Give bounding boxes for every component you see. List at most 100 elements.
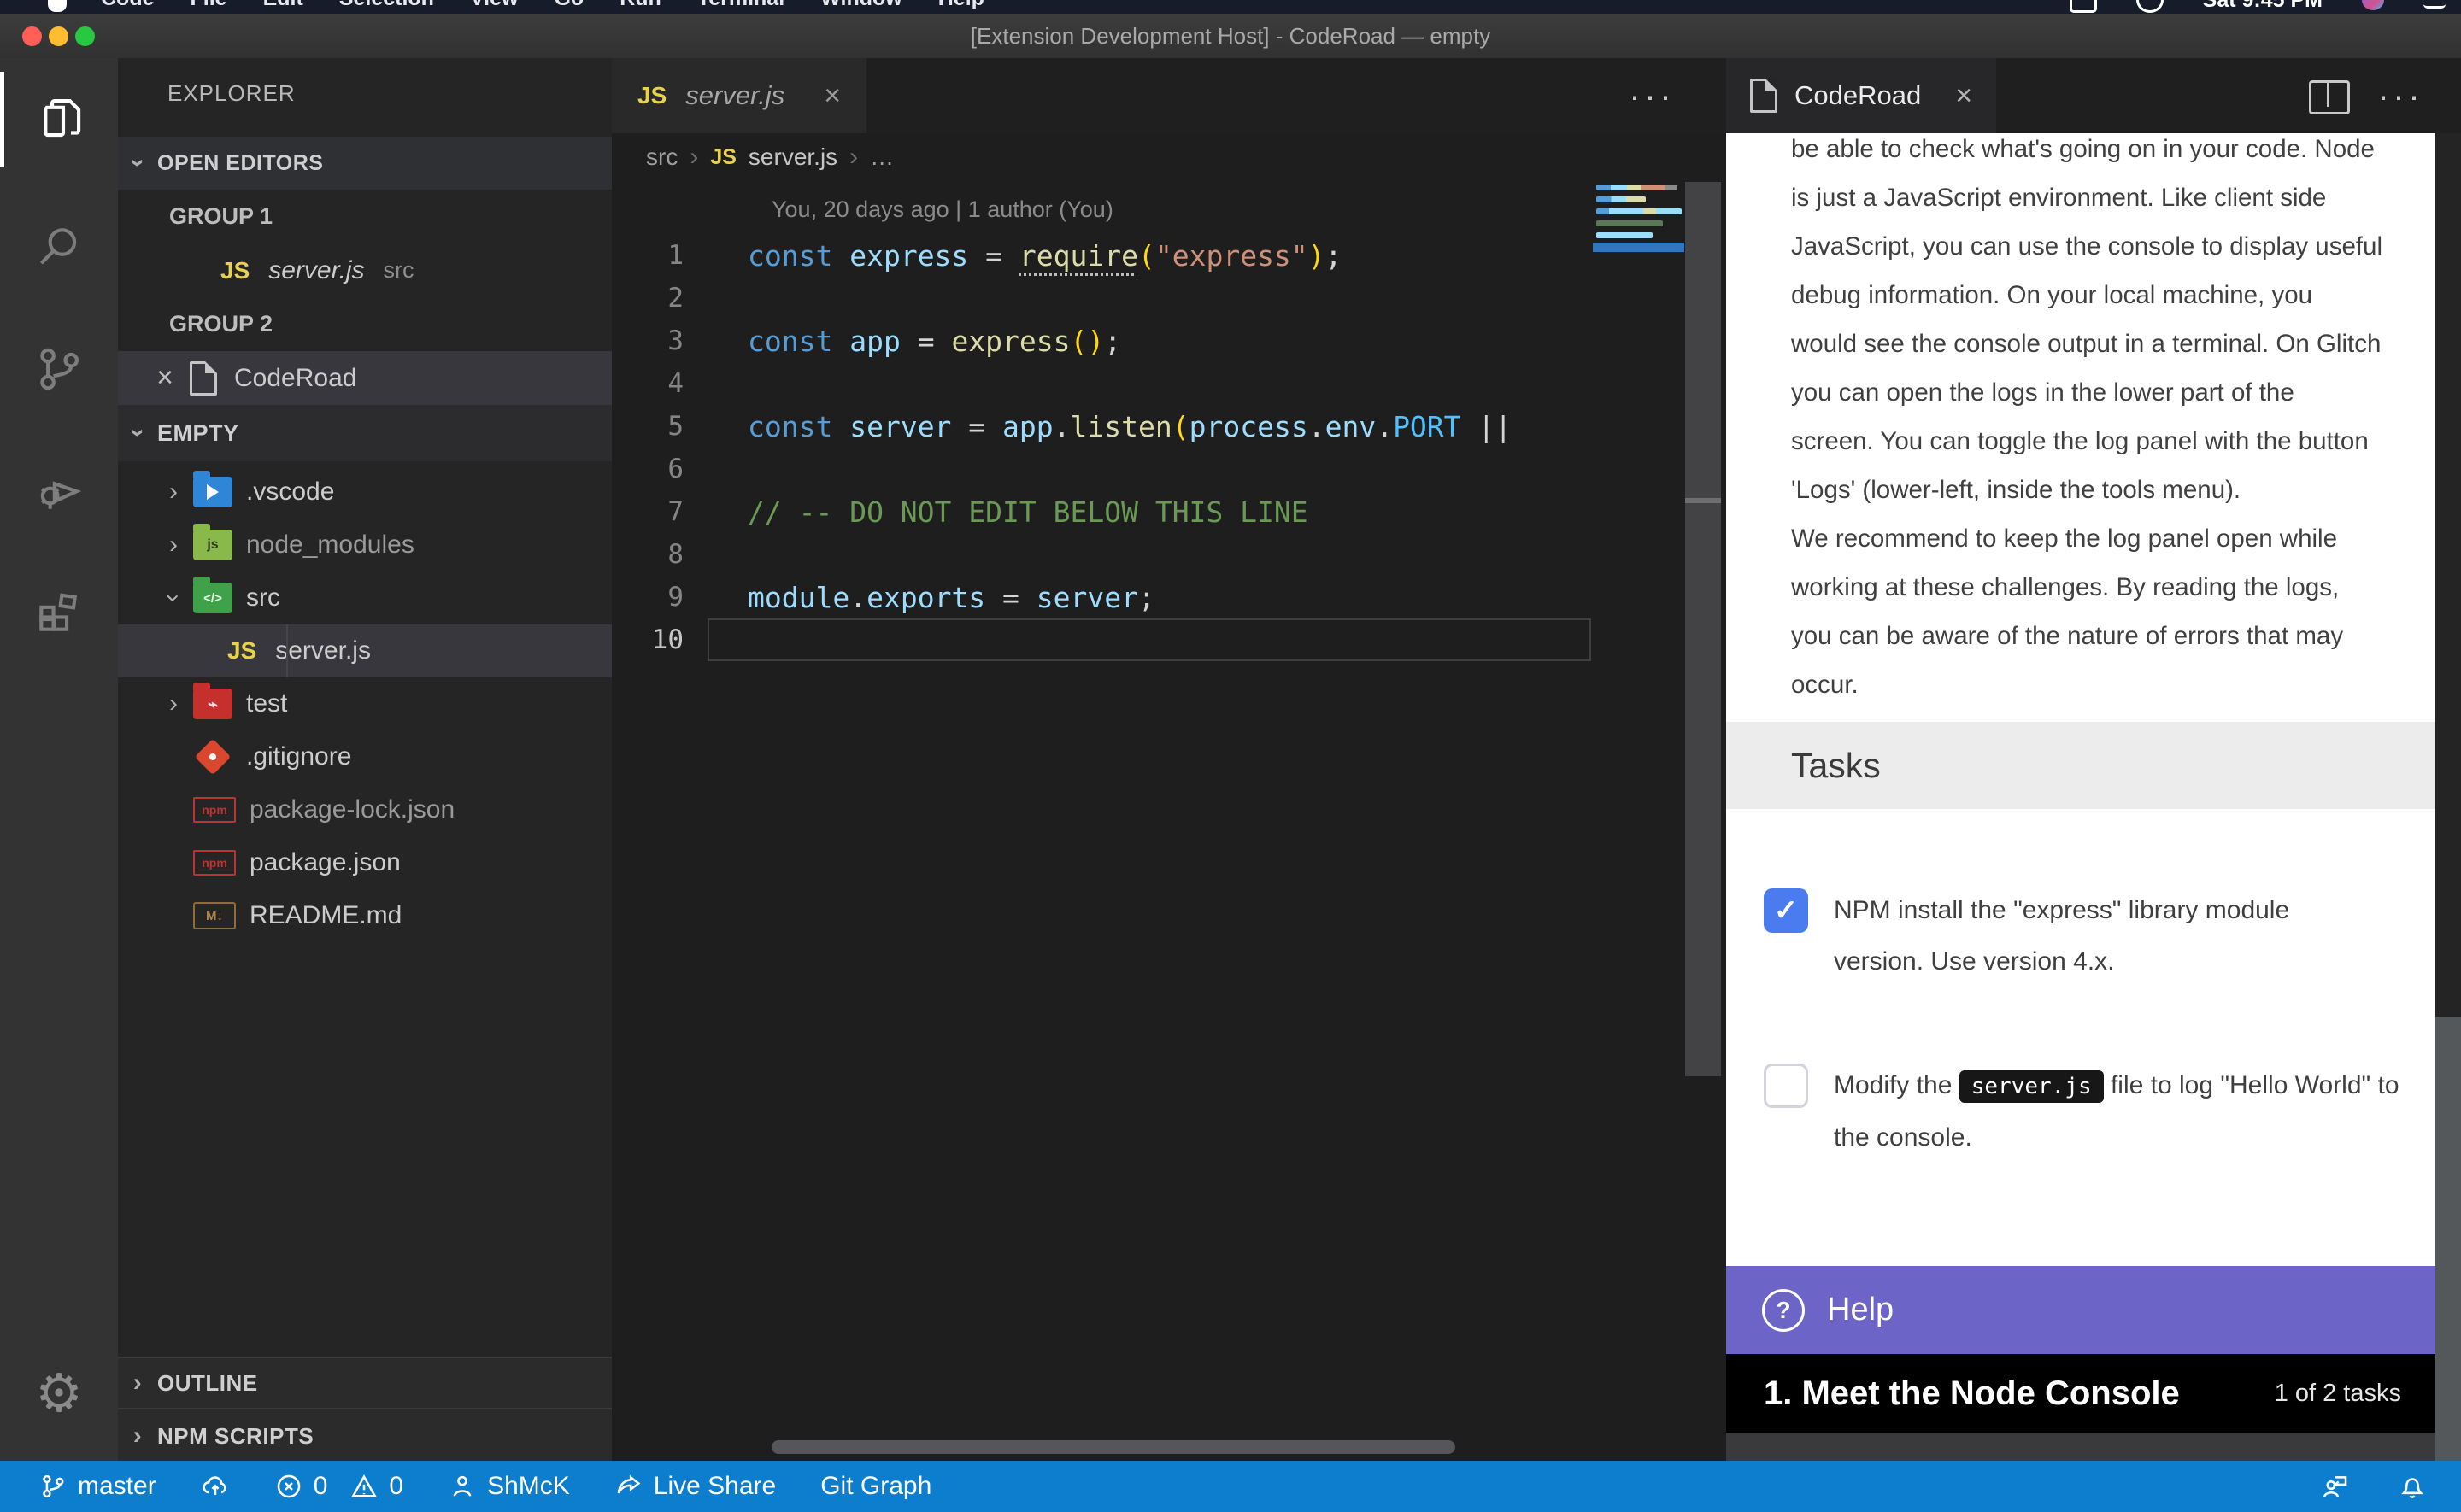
breadcrumb-server-js[interactable]: server.js (749, 144, 837, 171)
js-file-icon: JS (227, 637, 256, 665)
siri-icon[interactable] (2362, 0, 2384, 10)
breadcrumb-symbol[interactable]: … (870, 144, 894, 171)
menu-selection[interactable]: Selection (339, 0, 434, 11)
source-control-icon[interactable] (0, 321, 118, 417)
menubar-status-icon[interactable] (2070, 0, 2097, 13)
tab-coderoad[interactable]: CodeRoad × (1726, 58, 1996, 133)
chevron-right-icon (118, 1421, 157, 1450)
lesson-title-bar: 1. Meet the Node Console 1 of 2 tasks (1726, 1354, 2435, 1433)
close-tab-icon[interactable]: × (1955, 79, 1972, 113)
chevron-down-icon (118, 149, 157, 178)
tree-item-test[interactable]: ⌁ test (118, 677, 612, 730)
editor-scrollbar[interactable] (1685, 182, 1721, 1076)
status-bar: master 0 0 ShMcK Live Share Git Graph (0, 1461, 2461, 1512)
settings-gear-icon[interactable]: ⚙ (0, 1346, 118, 1442)
help-icon: ? (1762, 1289, 1805, 1332)
vscode-folder-icon (193, 477, 232, 507)
close-icon[interactable]: × (145, 361, 185, 395)
panel-more-actions-icon[interactable]: ··· (2377, 58, 2423, 133)
task-checkbox-unchecked[interactable] (1764, 1064, 1808, 1108)
line-number: 7 (612, 496, 684, 527)
npm-scripts-section-header[interactable]: NPM SCRIPTS (118, 1408, 612, 1461)
tree-item-package-lock[interactable]: npm package-lock.json (118, 783, 612, 836)
open-editors-header[interactable]: OPEN EDITORS (118, 137, 612, 190)
line-number: 2 (612, 283, 684, 314)
markdown-icon: M↓ (193, 902, 236, 929)
tasks-header-label: Tasks (1791, 722, 1881, 809)
menu-edit[interactable]: Edit (263, 0, 303, 11)
panel-scrollbar-track[interactable] (2435, 133, 2461, 1461)
js-file-icon: JS (220, 257, 250, 284)
live-share-label: Live Share (654, 1472, 776, 1501)
chevron-right-icon (154, 530, 193, 560)
split-editor-icon[interactable] (2309, 80, 2350, 114)
tree-item-package-json[interactable]: npm package.json (118, 836, 612, 889)
warning-count: 0 (389, 1472, 403, 1501)
problems-item[interactable]: 0 0 (274, 1472, 403, 1501)
search-icon[interactable] (0, 200, 118, 296)
editor-more-actions-icon[interactable]: ··· (1629, 58, 1675, 133)
git-branch-label: master (78, 1472, 156, 1501)
editor-group-1-header[interactable]: GROUP 1 (118, 190, 612, 243)
editor-group-2-header[interactable]: GROUP 2 (118, 297, 612, 351)
horizontal-scrollbar-thumb[interactable] (772, 1440, 1455, 1454)
indent-guide (286, 624, 288, 677)
notifications-button[interactable] (2398, 1472, 2427, 1501)
tree-item-gitignore[interactable]: .gitignore (118, 730, 612, 783)
menubar-clock[interactable]: Sat 9:45 PM (2203, 0, 2323, 13)
tree-item-label: package.json (250, 848, 401, 877)
line-number: 8 (612, 539, 684, 570)
notification-center-icon[interactable] (2423, 0, 2446, 9)
apple-menu-icon[interactable] (48, 0, 67, 12)
tasks-header: Tasks (1726, 722, 2435, 809)
tree-item-readme[interactable]: M↓ README.md (118, 889, 612, 942)
panel-scrollbar-thumb[interactable] (2435, 1017, 2461, 1461)
feedback-button[interactable] (2321, 1472, 2350, 1501)
editor-tab-bar: JS server.js × ··· (612, 58, 1726, 133)
menu-window[interactable]: Window (820, 0, 902, 11)
outline-section-header[interactable]: OUTLINE (118, 1357, 612, 1408)
tree-item-server-js[interactable]: JS server.js (118, 624, 612, 677)
menu-terminal[interactable]: Terminal (697, 0, 784, 11)
menu-view[interactable]: View (470, 0, 519, 11)
npm-icon: npm (193, 850, 236, 876)
task-checkbox-checked[interactable] (1764, 888, 1808, 933)
minimap[interactable] (1593, 181, 1684, 275)
live-share-item[interactable]: Live Share (614, 1472, 776, 1501)
codelens-annotation[interactable]: You, 20 days ago | 1 author (You) (772, 196, 1113, 223)
menubar-status-icon[interactable] (2136, 0, 2164, 13)
node-modules-folder-icon: js (193, 530, 232, 560)
warning-icon (349, 1472, 379, 1501)
line-number: 10 (612, 624, 684, 655)
tree-item-src[interactable]: </> src (118, 571, 612, 624)
folder-section-header[interactable]: EMPTY (118, 405, 612, 461)
menu-file[interactable]: File (191, 0, 227, 11)
sync-changes-button[interactable] (201, 1472, 230, 1501)
menu-help[interactable]: Help (938, 0, 984, 11)
code-line: 4 (612, 362, 1680, 405)
menu-code[interactable]: Code (101, 0, 155, 11)
tree-item-vscode[interactable]: .vscode (118, 466, 612, 519)
tree-item-node-modules[interactable]: js node_modules (118, 519, 612, 571)
git-branch-item[interactable]: master (38, 1472, 156, 1501)
git-branch-icon (38, 1472, 68, 1501)
code-line: 9 module.exports = server; (612, 576, 1680, 618)
menu-go[interactable]: Go (554, 0, 584, 11)
workspace-folder-label: EMPTY (157, 420, 239, 447)
live-share-user-item[interactable]: ShMcK (448, 1472, 570, 1501)
open-editor-coderoad[interactable]: × CodeRoad (118, 351, 612, 405)
code-line: 8 (612, 533, 1680, 576)
window-title-bar[interactable]: [Extension Development Host] - CodeRoad … (0, 14, 2461, 59)
close-tab-icon[interactable]: × (824, 79, 841, 113)
git-graph-item[interactable]: Git Graph (820, 1472, 931, 1501)
help-section[interactable]: ? Help (1726, 1266, 2435, 1354)
extensions-icon[interactable] (0, 564, 118, 659)
menu-run[interactable]: Run (620, 0, 661, 11)
explorer-icon[interactable] (0, 72, 122, 167)
cloud-upload-icon (201, 1472, 230, 1501)
tab-server-js[interactable]: JS server.js × (612, 58, 866, 133)
run-debug-icon[interactable] (0, 442, 118, 538)
code-editor[interactable]: You, 20 days ago | 1 author (You) 1 cons… (612, 181, 1726, 1461)
open-editor-server-js[interactable]: JS server.js src (118, 243, 612, 297)
breadcrumb-src[interactable]: src (646, 144, 678, 171)
